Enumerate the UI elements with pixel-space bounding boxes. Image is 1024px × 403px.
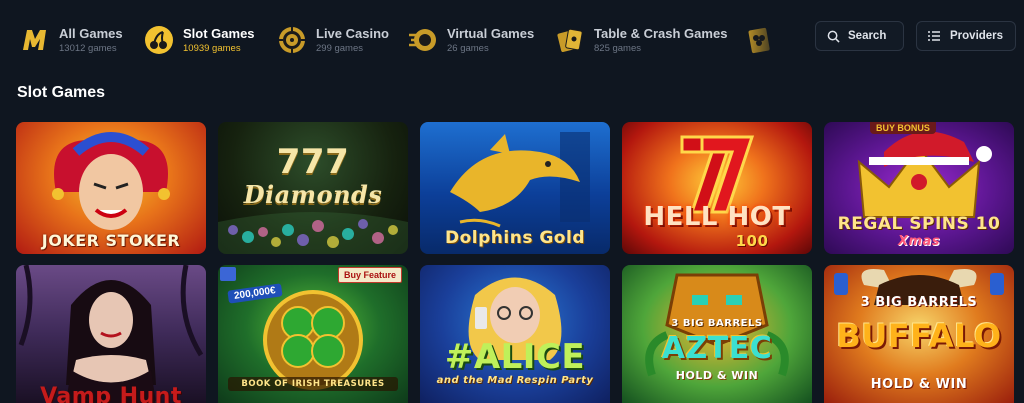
game-subtitle: HOLD & WIN: [870, 377, 968, 392]
virtual-racing-icon: [408, 25, 438, 55]
roulette-icon: [277, 25, 307, 55]
category-name: All Games: [59, 25, 123, 41]
category-table-crash-games[interactable]: Table & Crash Games 825 games: [555, 22, 727, 58]
search-label: Search: [848, 30, 887, 42]
providers-button[interactable]: Providers: [916, 21, 1016, 51]
buy-feature-badge: Buy Feature: [338, 267, 403, 283]
game-title: AZTEC: [661, 331, 773, 366]
game-title: BOOK OF IRISH TREASURES: [228, 377, 398, 391]
game-tile-book-of-irish-treasures[interactable]: Buy Feature 200,000€ BOOK OF IRISH TREAS…: [218, 265, 408, 403]
game-badge: 3 BIG BARRELS: [860, 295, 978, 310]
category-all-games[interactable]: All Games 13012 games: [20, 22, 123, 58]
cherries-icon: [144, 25, 174, 55]
category-virtual-games[interactable]: Virtual Games 26 games: [408, 22, 534, 58]
scroll-fade-overlay: [744, 0, 804, 74]
section-title: Slot Games: [17, 84, 106, 101]
game-subtitle: Diamonds: [243, 180, 383, 209]
category-name: Virtual Games: [447, 25, 535, 41]
game-tile-3-big-barrels-aztec[interactable]: 3 BIG BARRELS AZTEC HOLD & WIN: [622, 265, 812, 403]
game-tile-joker-stoker[interactable]: JOKER STOKER: [16, 122, 206, 254]
category-count: 13012 games: [59, 42, 117, 54]
game-subtitle: and the Mad Respin Party: [436, 375, 594, 386]
game-title: HELL HOT: [643, 202, 791, 232]
game-title: #ALICE: [444, 337, 586, 377]
game-tile-alice[interactable]: #ALICE and the Mad Respin Party: [420, 265, 610, 403]
search-button[interactable]: Search: [815, 21, 904, 51]
category-count: 10939 games: [183, 42, 241, 54]
game-subtitle: Xmas: [897, 234, 941, 249]
cards-icon: [555, 25, 585, 55]
list-icon: [928, 31, 940, 41]
vampire-woman-artwork: [18, 265, 204, 403]
game-tile-dolphins-gold[interactable]: Dolphins Gold: [420, 122, 610, 254]
category-name: Slot Games: [183, 25, 255, 41]
game-title: Vamp Hunt: [40, 384, 182, 403]
category-slot-games[interactable]: Slot Games 10939 games: [144, 22, 255, 58]
game-title: BUFFALO: [836, 317, 1002, 355]
game-tile-hell-hot-100[interactable]: HELL HOT 100: [622, 122, 812, 254]
game-title: Dolphins Gold: [445, 228, 585, 248]
category-count: 825 games: [594, 42, 642, 54]
game-tile-3-big-barrels-buffalo[interactable]: 3 BIG BARRELS BUFFALO HOLD & WIN: [824, 265, 1014, 403]
category-count: 26 games: [447, 42, 489, 54]
game-tile-regal-spins-10-xmas[interactable]: BUY BONUS REGAL SPINS 10 Xmas: [824, 122, 1014, 254]
category-bar: All Games 13012 games Slot Games 10939 g…: [0, 0, 1024, 74]
game-subtitle: HOLD & WIN: [675, 369, 759, 382]
game-title: 777: [276, 142, 350, 182]
game-title: JOKER STOKER: [41, 231, 181, 250]
game-subtitle: 100: [735, 232, 769, 250]
providers-label: Providers: [950, 30, 1004, 42]
game-tile-777-diamonds[interactable]: 777 Diamonds: [218, 122, 408, 254]
casino-m-logo-icon: [20, 25, 50, 55]
game-badge: 3 BIG BARRELS: [671, 318, 763, 329]
game-tile-vamp-hunt[interactable]: Vamp Hunt: [16, 265, 206, 403]
game-title: REGAL SPINS 10: [837, 214, 1001, 234]
category-name: Live Casino: [316, 25, 389, 41]
category-count: 299 games: [316, 42, 364, 54]
search-icon: [827, 30, 840, 43]
category-live-casino[interactable]: Live Casino 299 games: [277, 22, 389, 58]
buy-bonus-badge: BUY BONUS: [870, 122, 936, 134]
category-name: Table & Crash Games: [594, 25, 728, 41]
